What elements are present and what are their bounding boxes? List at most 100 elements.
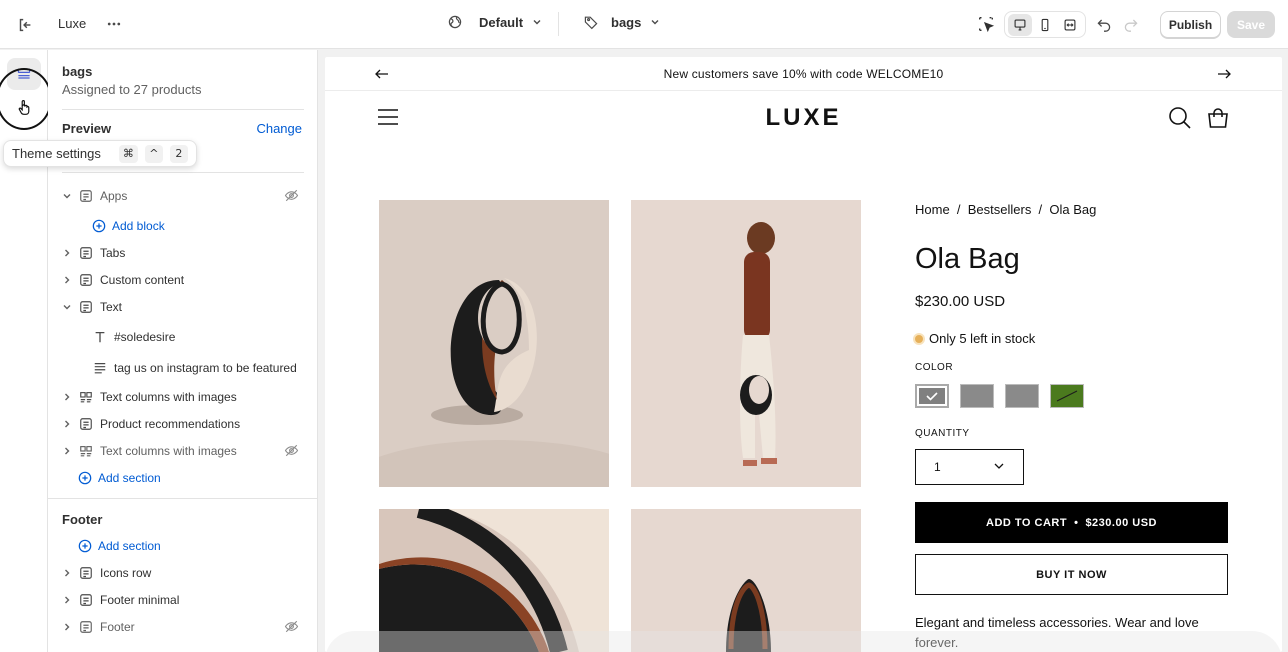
section-product-recommendations[interactable]: Product recommendations (48, 410, 317, 437)
section-icon (78, 592, 94, 608)
plus-circle-icon (92, 219, 106, 233)
breadcrumb[interactable]: Home / Bestsellers / Ola Bag (915, 202, 1096, 217)
change-preview-link[interactable]: Change (256, 121, 302, 136)
add-block-label: Add block (112, 218, 165, 233)
fullwidth-icon[interactable] (1058, 14, 1082, 36)
add-to-cart-label: ADD TO CART (986, 516, 1068, 529)
block-heading[interactable]: #soledesire (48, 323, 317, 350)
buy-now-button[interactable]: BUY IT NOW (915, 554, 1228, 595)
block-paragraph[interactable]: tag us on instagram to be featured (48, 354, 317, 381)
more-icon[interactable] (104, 14, 124, 34)
tag-icon (583, 14, 599, 30)
section-text-columns[interactable]: Text columns with images (48, 383, 317, 410)
section-label: Text columns with images (100, 443, 237, 458)
inspector-icon[interactable] (976, 14, 996, 34)
product-image[interactable] (379, 200, 609, 487)
save-button[interactable]: Save (1227, 11, 1275, 38)
color-swatch[interactable] (1005, 384, 1039, 408)
template-selector[interactable]: bags (583, 14, 661, 30)
columns-icon (78, 389, 94, 405)
shortcut-key: ^ (144, 144, 163, 163)
chevron-right-icon[interactable] (62, 595, 72, 605)
chevron-down-icon (993, 460, 1005, 475)
divider (62, 109, 304, 110)
section-tabs[interactable]: Tabs (48, 239, 317, 266)
theme-selector[interactable]: Default (447, 14, 543, 30)
color-swatch-unavailable[interactable] (1050, 384, 1084, 408)
redo-icon[interactable] (1121, 14, 1141, 34)
announcement-text: New customers save 10% with code WELCOME… (663, 66, 944, 81)
divider (48, 498, 317, 499)
theme-settings-icon[interactable] (7, 92, 41, 124)
quantity-select[interactable]: 1 (915, 449, 1024, 485)
chevron-right-icon[interactable] (62, 419, 72, 429)
eye-hidden-icon[interactable] (284, 619, 300, 635)
store-name[interactable]: Luxe (58, 16, 86, 31)
section-icon (78, 245, 94, 261)
paragraph-icon (92, 360, 108, 376)
section-text-columns-hidden[interactable]: Text columns with images (48, 437, 317, 464)
stock-text: Only 5 left in stock (929, 331, 1036, 346)
sections-icon[interactable] (7, 58, 41, 90)
section-label: Product recommendations (100, 416, 241, 431)
block-label: tag us on instagram to be featured (114, 360, 297, 375)
chevron-down-icon[interactable] (62, 302, 72, 312)
chevron-right-icon[interactable] (62, 275, 72, 285)
chevron-right-icon[interactable] (62, 248, 72, 258)
globe-icon (447, 14, 463, 30)
add-to-cart-button[interactable]: ADD TO CART • $230.00 USD (915, 502, 1228, 543)
eye-hidden-icon[interactable] (284, 443, 300, 459)
section-label: Tabs (100, 245, 126, 260)
chevron-right-icon[interactable] (62, 568, 72, 578)
footer-add-section-link[interactable]: Add section (48, 532, 317, 559)
exit-icon[interactable] (14, 14, 36, 36)
section-label: Footer minimal (100, 592, 180, 607)
quantity-value: 1 (934, 460, 941, 474)
section-text[interactable]: Text (48, 293, 317, 320)
undo-icon[interactable] (1094, 14, 1114, 34)
footer-group-label: Footer (62, 512, 103, 527)
section-label: Footer (100, 619, 135, 634)
add-to-cart-price: $230.00 USD (1085, 516, 1157, 529)
eye-hidden-icon[interactable] (284, 188, 300, 204)
color-swatch-selected[interactable] (915, 384, 949, 408)
section-icons-row[interactable]: Icons row (48, 559, 317, 586)
store-logo[interactable]: LUXE (325, 104, 1282, 132)
shortcut-key: 2 (169, 144, 188, 163)
device-toggle-group (1004, 11, 1086, 38)
product-image[interactable] (631, 200, 861, 487)
chevron-down-icon[interactable] (62, 191, 72, 201)
add-section-label: Add section (98, 470, 161, 485)
template-subtitle: Assigned to 27 products (62, 82, 202, 97)
cart-icon[interactable] (1206, 106, 1230, 130)
stock-status: Only 5 left in stock (915, 331, 1035, 346)
desktop-icon[interactable] (1007, 13, 1032, 36)
chevron-right-icon[interactable] (62, 622, 72, 632)
divider (62, 172, 304, 173)
section-icon (78, 565, 94, 581)
publish-button[interactable]: Publish (1160, 11, 1221, 38)
section-custom-content[interactable]: Custom content (48, 266, 317, 293)
search-icon[interactable] (1168, 106, 1192, 130)
section-apps[interactable]: Apps (48, 182, 317, 209)
product-title: Ola Bag (915, 243, 1020, 275)
add-block-link[interactable]: Add block (48, 212, 317, 239)
arrow-left-icon[interactable] (374, 66, 390, 82)
chevron-right-icon[interactable] (62, 392, 72, 402)
shortcut-key: ⌘ (118, 144, 138, 163)
block-label: #soledesire (114, 329, 176, 344)
chevron-down-icon (649, 16, 661, 28)
plus-circle-icon (78, 539, 92, 553)
section-footer[interactable]: Footer (48, 613, 317, 640)
chevron-right-icon[interactable] (62, 446, 72, 456)
editor-topbar: Luxe Default bags Publish Save (0, 0, 1288, 49)
arrow-right-icon[interactable] (1216, 66, 1232, 82)
mobile-icon[interactable] (1033, 14, 1057, 36)
template-label: bags (611, 14, 642, 30)
add-section-link[interactable]: Add section (48, 464, 317, 491)
color-swatch[interactable] (960, 384, 994, 408)
section-footer-minimal[interactable]: Footer minimal (48, 586, 317, 613)
add-section-label: Add section (98, 538, 161, 553)
columns-icon (78, 443, 94, 459)
template-title: bags (62, 64, 93, 79)
